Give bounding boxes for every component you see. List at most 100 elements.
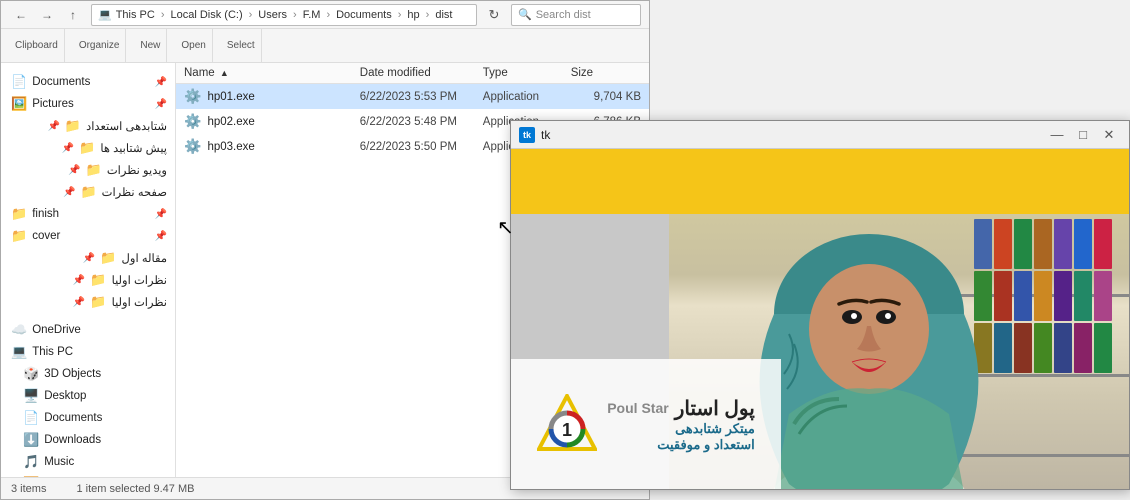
documents-icon: 📄: [23, 410, 39, 426]
open-label: Open: [181, 40, 205, 51]
organize-label: Organize: [79, 40, 120, 51]
address-segment: Local Disk (C:): [171, 9, 243, 21]
back-button[interactable]: ←: [9, 4, 33, 26]
items-count: 3 items: [11, 483, 46, 495]
sep6: ›: [426, 9, 430, 21]
sidebar-item-documents-quick[interactable]: 📄 Documents 📌: [1, 71, 175, 93]
col-name-header[interactable]: Name ▲: [184, 67, 360, 79]
minimize-button[interactable]: —: [1045, 124, 1069, 146]
maximize-button[interactable]: □: [1071, 124, 1095, 146]
tk-title-text: tk: [541, 128, 1039, 142]
tk-application-window: tk tk — □ ✕: [510, 120, 1130, 490]
sidebar-item-downloads[interactable]: ⬇️ Downloads: [1, 429, 175, 451]
folder-icon: 📁: [65, 118, 81, 134]
address-bar[interactable]: 💻 This PC › Local Disk (C:) › Users › F.…: [91, 4, 477, 26]
file-name: hp02.exe: [207, 116, 254, 128]
table-row[interactable]: ⚙️ hp01.exe 6/22/2023 5:53 PM Applicatio…: [176, 84, 649, 109]
search-bar[interactable]: 🔍 Search dist: [511, 4, 641, 26]
sidebar-item-label: finish: [32, 208, 59, 220]
file-list-header: Name ▲ Date modified Type Size: [176, 63, 649, 84]
sidebar-item-label: This PC: [32, 346, 73, 358]
sidebar-item-onedrive[interactable]: ☁️ OneDrive: [1, 319, 175, 341]
sidebar-item-video-nazarat[interactable]: ویدیو نظرات 📁 📌: [1, 159, 175, 181]
col-date-header[interactable]: Date modified: [360, 67, 483, 79]
pin-icon: 📌: [83, 253, 95, 264]
address-segment: Documents: [336, 9, 392, 21]
pin-icon: 📌: [155, 209, 167, 220]
forward-button[interactable]: →: [35, 4, 59, 26]
this-pc-icon: 💻: [11, 344, 27, 360]
sidebar-item-label: Music: [44, 456, 74, 468]
folder-icon: 📁: [11, 228, 27, 244]
col-type-header[interactable]: Type: [483, 67, 571, 79]
file-name-cell: ⚙️ hp01.exe: [184, 88, 360, 105]
sidebar-item-cover[interactable]: 📁 cover 📌: [1, 225, 175, 247]
svg-text:1: 1: [562, 420, 572, 440]
sidebar-item-finish[interactable]: 📁 finish 📌: [1, 203, 175, 225]
subtitle-line2: استعداد و موفقیت: [657, 437, 755, 453]
exe-icon: ⚙️: [184, 113, 201, 130]
up-button[interactable]: ↑: [61, 4, 85, 26]
sidebar-item-label: Documents: [32, 76, 90, 88]
nav-buttons: ← → ↑: [9, 4, 85, 26]
sidebar-item-maqale[interactable]: مقاله اول 📁 📌: [1, 247, 175, 269]
file-type: Application: [483, 91, 571, 103]
file-name: hp01.exe: [207, 91, 254, 103]
logo-icon: 1: [537, 394, 597, 454]
sidebar-item-label: شتابدهی استعداد: [86, 119, 167, 133]
onedrive-icon: ☁️: [11, 322, 27, 338]
sidebar-item-this-pc[interactable]: 💻 This PC: [1, 341, 175, 363]
file-size: 9,704 KB: [571, 91, 641, 103]
clipboard-label: Clipboard: [15, 40, 58, 51]
file-name-cell: ⚙️ hp02.exe: [184, 113, 360, 130]
sidebar-item-pish-shetabid[interactable]: پیش شتابید ها 📁 📌: [1, 137, 175, 159]
pin-icon: 📌: [155, 99, 167, 110]
sidebar-item-label: صفحه نظرات: [102, 185, 167, 199]
select-label: Select: [227, 40, 255, 51]
book: [1074, 219, 1092, 269]
documents-icon: 📄: [11, 74, 27, 90]
tk-yellow-area: [511, 149, 1129, 214]
sidebar-item-shetabdahi[interactable]: شتابدهی استعداد 📁 📌: [1, 115, 175, 137]
sidebar-item-documents[interactable]: 📄 Documents: [1, 407, 175, 429]
new-section: New: [134, 29, 167, 62]
open-section: Open: [175, 29, 212, 62]
pin-icon: 📌: [155, 231, 167, 242]
sidebar-item-nazarat-oliya1[interactable]: نظرات اولیا 📁 📌: [1, 269, 175, 291]
organize-section: Organize: [73, 29, 127, 62]
sidebar-item-label: Pictures: [32, 98, 74, 110]
3d-icon: 🎲: [23, 366, 39, 382]
desktop-icon: 🖥️: [23, 388, 39, 404]
search-placeholder: Search dist: [536, 9, 591, 21]
tk-gray-area: 1 پول استار Poul Star میتکر شتابدهی استع…: [511, 214, 1129, 489]
book: [1054, 323, 1072, 373]
book: [1054, 271, 1072, 321]
pin-icon: 📌: [155, 77, 167, 88]
search-icon: 🔍: [518, 8, 532, 21]
folder-icon: 📁: [80, 184, 96, 200]
sidebar-item-safhe-nazarat[interactable]: صفحه نظرات 📁 📌: [1, 181, 175, 203]
file-date: 6/22/2023 5:50 PM: [360, 141, 483, 153]
brand-name-row: پول استار Poul Star: [607, 396, 755, 421]
brand-name-latin: Poul Star: [607, 400, 668, 416]
sep2: ›: [249, 9, 253, 21]
sidebar-item-label: cover: [32, 230, 60, 242]
folder-icon: 📁: [90, 294, 106, 310]
sidebar-item-pictures-quick[interactable]: 🖼️ Pictures 📌: [1, 93, 175, 115]
tk-app-icon: tk: [519, 127, 535, 143]
sidebar-item-music[interactable]: 🎵 Music: [1, 451, 175, 473]
tk-content: 1 پول استار Poul Star میتکر شتابدهی استع…: [511, 149, 1129, 489]
exe-icon: ⚙️: [184, 138, 201, 155]
close-button[interactable]: ✕: [1097, 124, 1121, 146]
sidebar-item-desktop[interactable]: 🖥️ Desktop: [1, 385, 175, 407]
sidebar-item-nazarat-oliya2[interactable]: نظرات اولیا 📁 📌: [1, 291, 175, 313]
pin-icon: 📌: [68, 165, 80, 176]
refresh-button[interactable]: ↻: [483, 4, 505, 26]
col-size-header[interactable]: Size: [571, 67, 641, 79]
sort-chevron: ▲: [220, 68, 229, 78]
pin-icon: 📌: [63, 187, 75, 198]
sidebar-item-label: نظرات اولیا: [112, 273, 167, 287]
logo-text-right: پول استار Poul Star میتکر شتابدهی استعدا…: [607, 396, 755, 453]
book: [1034, 271, 1052, 321]
sidebar-item-3d-objects[interactable]: 🎲 3D Objects: [1, 363, 175, 385]
